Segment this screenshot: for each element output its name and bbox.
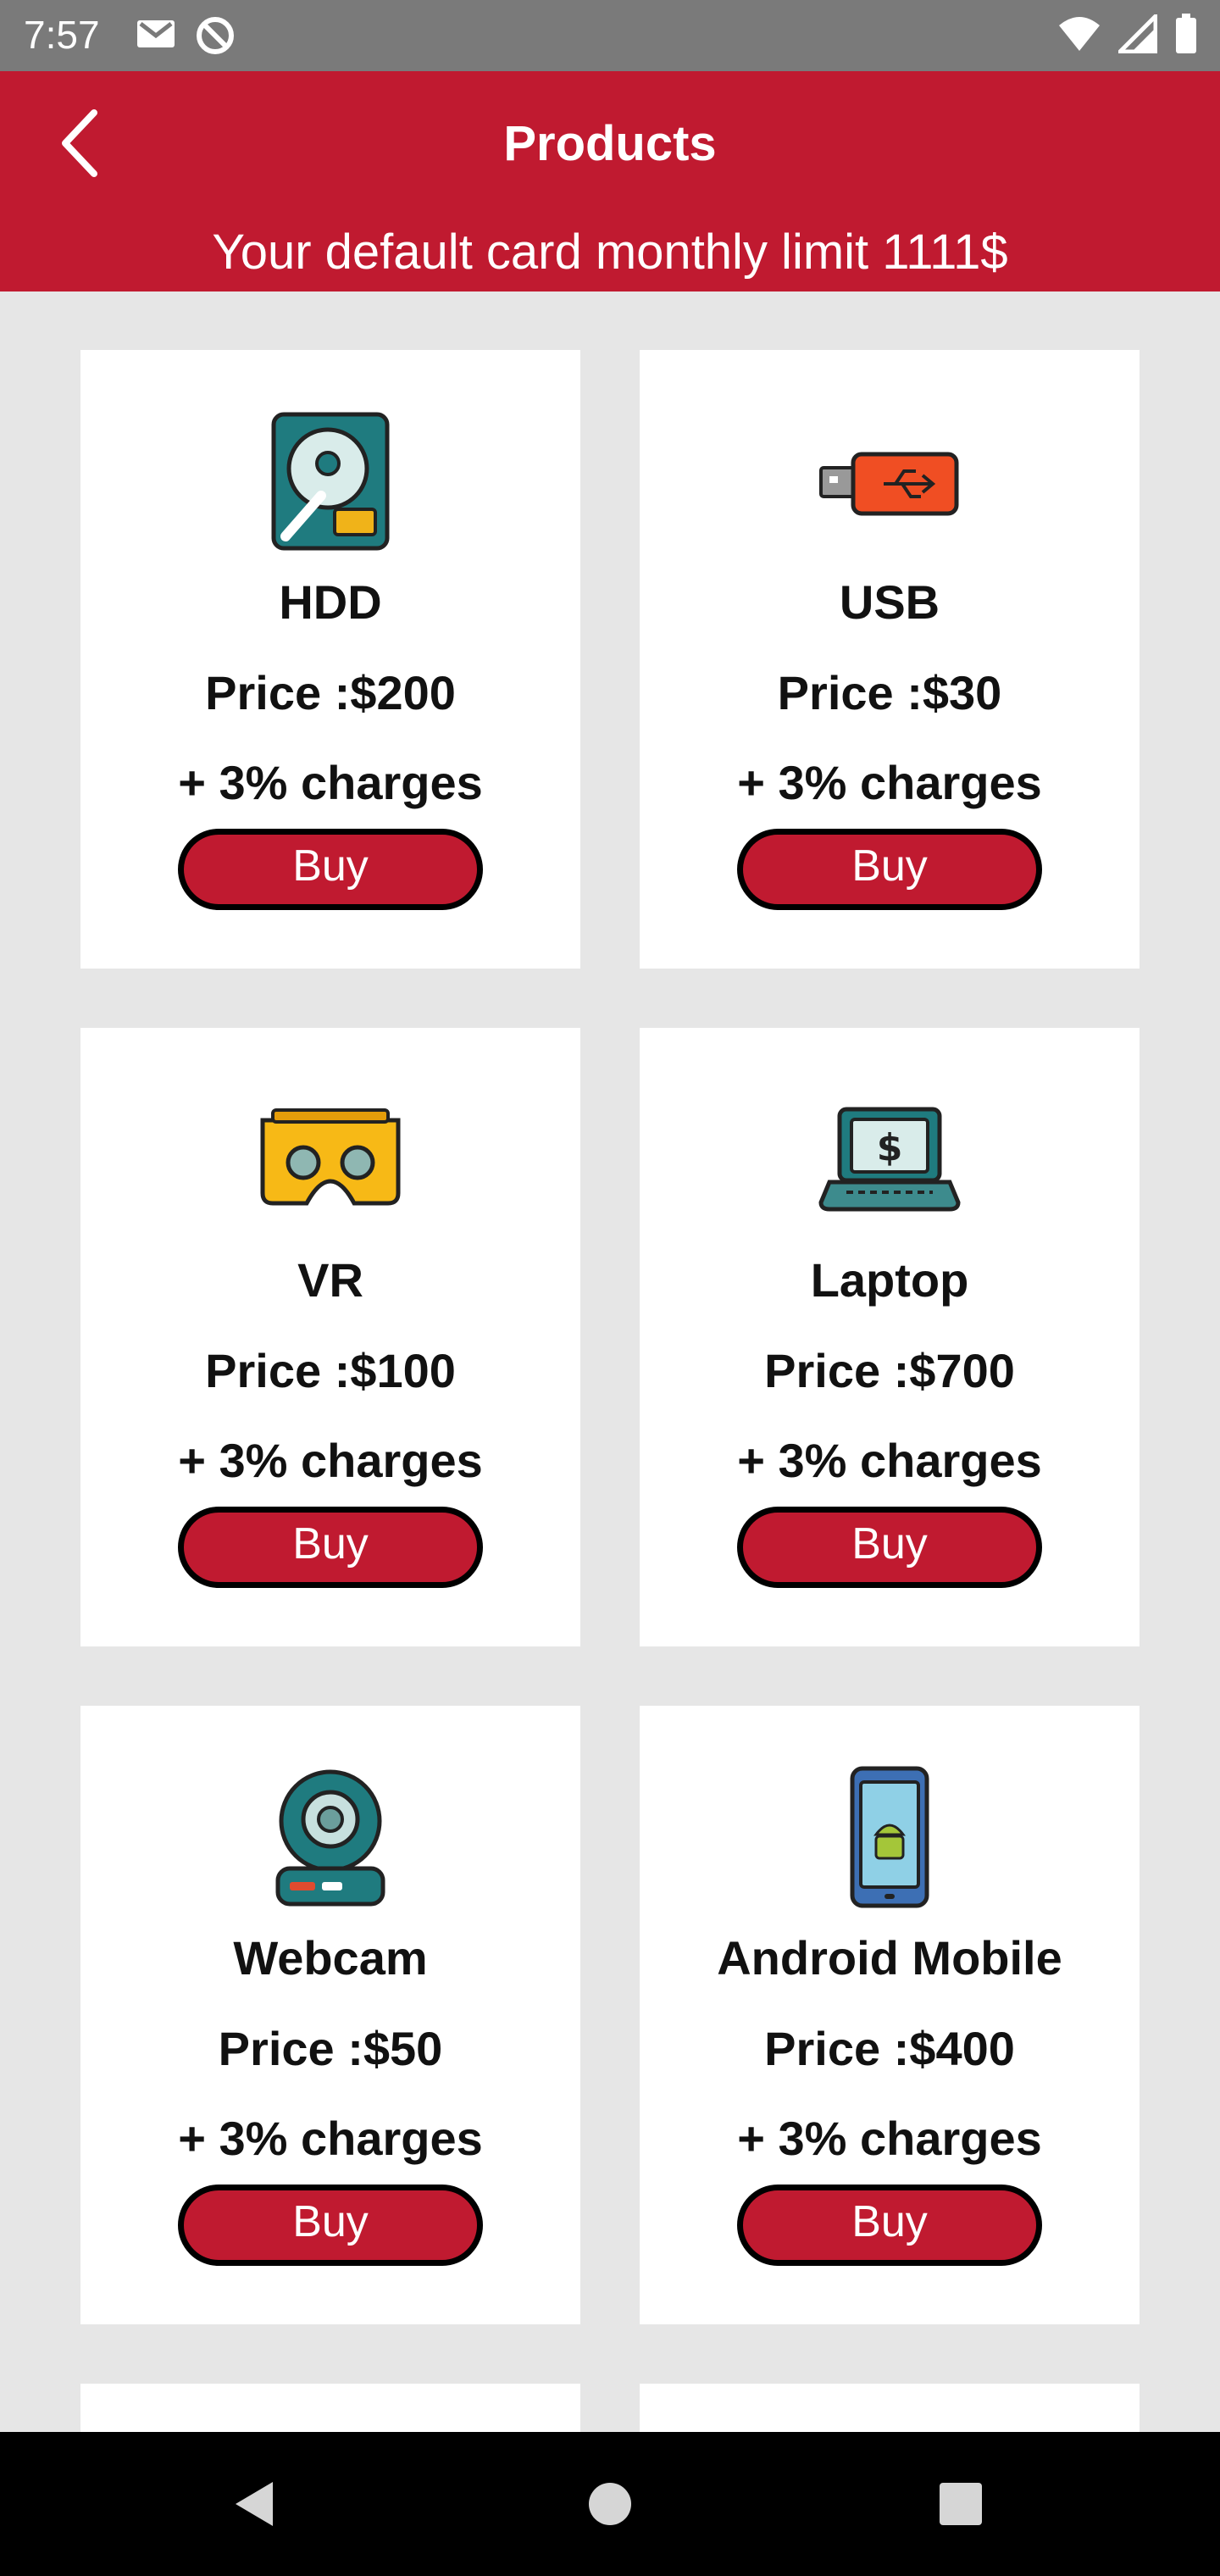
navigation-bar <box>0 2432 1220 2576</box>
product-price: Price :$100 <box>205 1344 456 1397</box>
cell-signal-icon <box>1118 14 1157 53</box>
sync-disabled-icon <box>197 17 234 54</box>
product-card-partial <box>80 2384 580 2434</box>
product-card-hdd: HDD Price :$200 + 3% charges Buy <box>80 350 580 969</box>
product-price: Price :$700 <box>764 1344 1015 1397</box>
status-time: 7:57 <box>24 13 100 57</box>
buy-button-laptop[interactable]: Buy <box>737 1507 1042 1588</box>
product-name: HDD <box>279 575 382 629</box>
product-name: Android Mobile <box>717 1931 1062 1985</box>
product-name: Webcam <box>233 1931 428 1985</box>
product-grid: HDD Price :$200 + 3% charges Buy USB Pri… <box>80 350 1140 2324</box>
product-charges: + 3% charges <box>178 2112 483 2165</box>
back-triangle-icon[interactable] <box>229 2479 280 2529</box>
android-phone-icon <box>850 1766 929 1908</box>
product-name: VR <box>297 1253 363 1307</box>
product-name: USB <box>839 575 940 629</box>
product-card-partial <box>640 2384 1140 2434</box>
product-card-webcam: Webcam Price :$50 + 3% charges Buy <box>80 1706 580 2324</box>
buy-button-webcam[interactable]: Buy <box>178 2185 483 2266</box>
webcam-icon <box>275 1769 385 1907</box>
home-circle-icon[interactable] <box>585 2479 635 2529</box>
product-price: Price :$400 <box>764 2022 1015 2075</box>
product-price: Price :$50 <box>218 2022 443 2075</box>
buy-button-vr[interactable]: Buy <box>178 1507 483 1588</box>
status-bar: 7:57 <box>0 0 1220 71</box>
status-left-icons <box>136 15 236 56</box>
product-price: Price :$200 <box>205 666 456 719</box>
product-card-laptop: $ Laptop Price :$700 + 3% charges Buy <box>640 1028 1140 1646</box>
hdd-icon <box>271 412 390 551</box>
buy-button-android-mobile[interactable]: Buy <box>737 2185 1042 2266</box>
product-card-android-mobile: Android Mobile Price :$400 + 3% charges … <box>640 1706 1140 2324</box>
product-card-vr: VR Price :$100 + 3% charges Buy <box>80 1028 580 1646</box>
buy-button-usb[interactable]: Buy <box>737 829 1042 910</box>
product-charges: + 3% charges <box>737 2112 1042 2165</box>
product-charges: + 3% charges <box>737 756 1042 809</box>
usb-icon <box>819 452 959 516</box>
buy-button-hdd[interactable]: Buy <box>178 829 483 910</box>
product-price: Price :$30 <box>777 666 1002 719</box>
page-title: Products <box>503 116 717 171</box>
app-bar: Products Your default card monthly limit… <box>0 71 1220 291</box>
battery-icon <box>1176 14 1196 53</box>
product-card-usb: USB Price :$30 + 3% charges Buy <box>640 350 1140 969</box>
vr-headset-icon <box>260 1108 401 1206</box>
svg-text:$: $ <box>877 1126 903 1169</box>
product-charges: + 3% charges <box>178 1434 483 1487</box>
laptop-icon: $ <box>818 1107 961 1212</box>
gmail-icon <box>137 20 175 47</box>
card-limit-banner: Your default card monthly limit 1111$ <box>212 225 1008 280</box>
recents-square-icon[interactable] <box>935 2479 986 2529</box>
product-name: Laptop <box>810 1253 969 1307</box>
product-charges: + 3% charges <box>178 756 483 809</box>
status-right-icons <box>1057 14 1198 54</box>
product-charges: + 3% charges <box>737 1434 1042 1487</box>
wifi-icon <box>1059 17 1100 51</box>
